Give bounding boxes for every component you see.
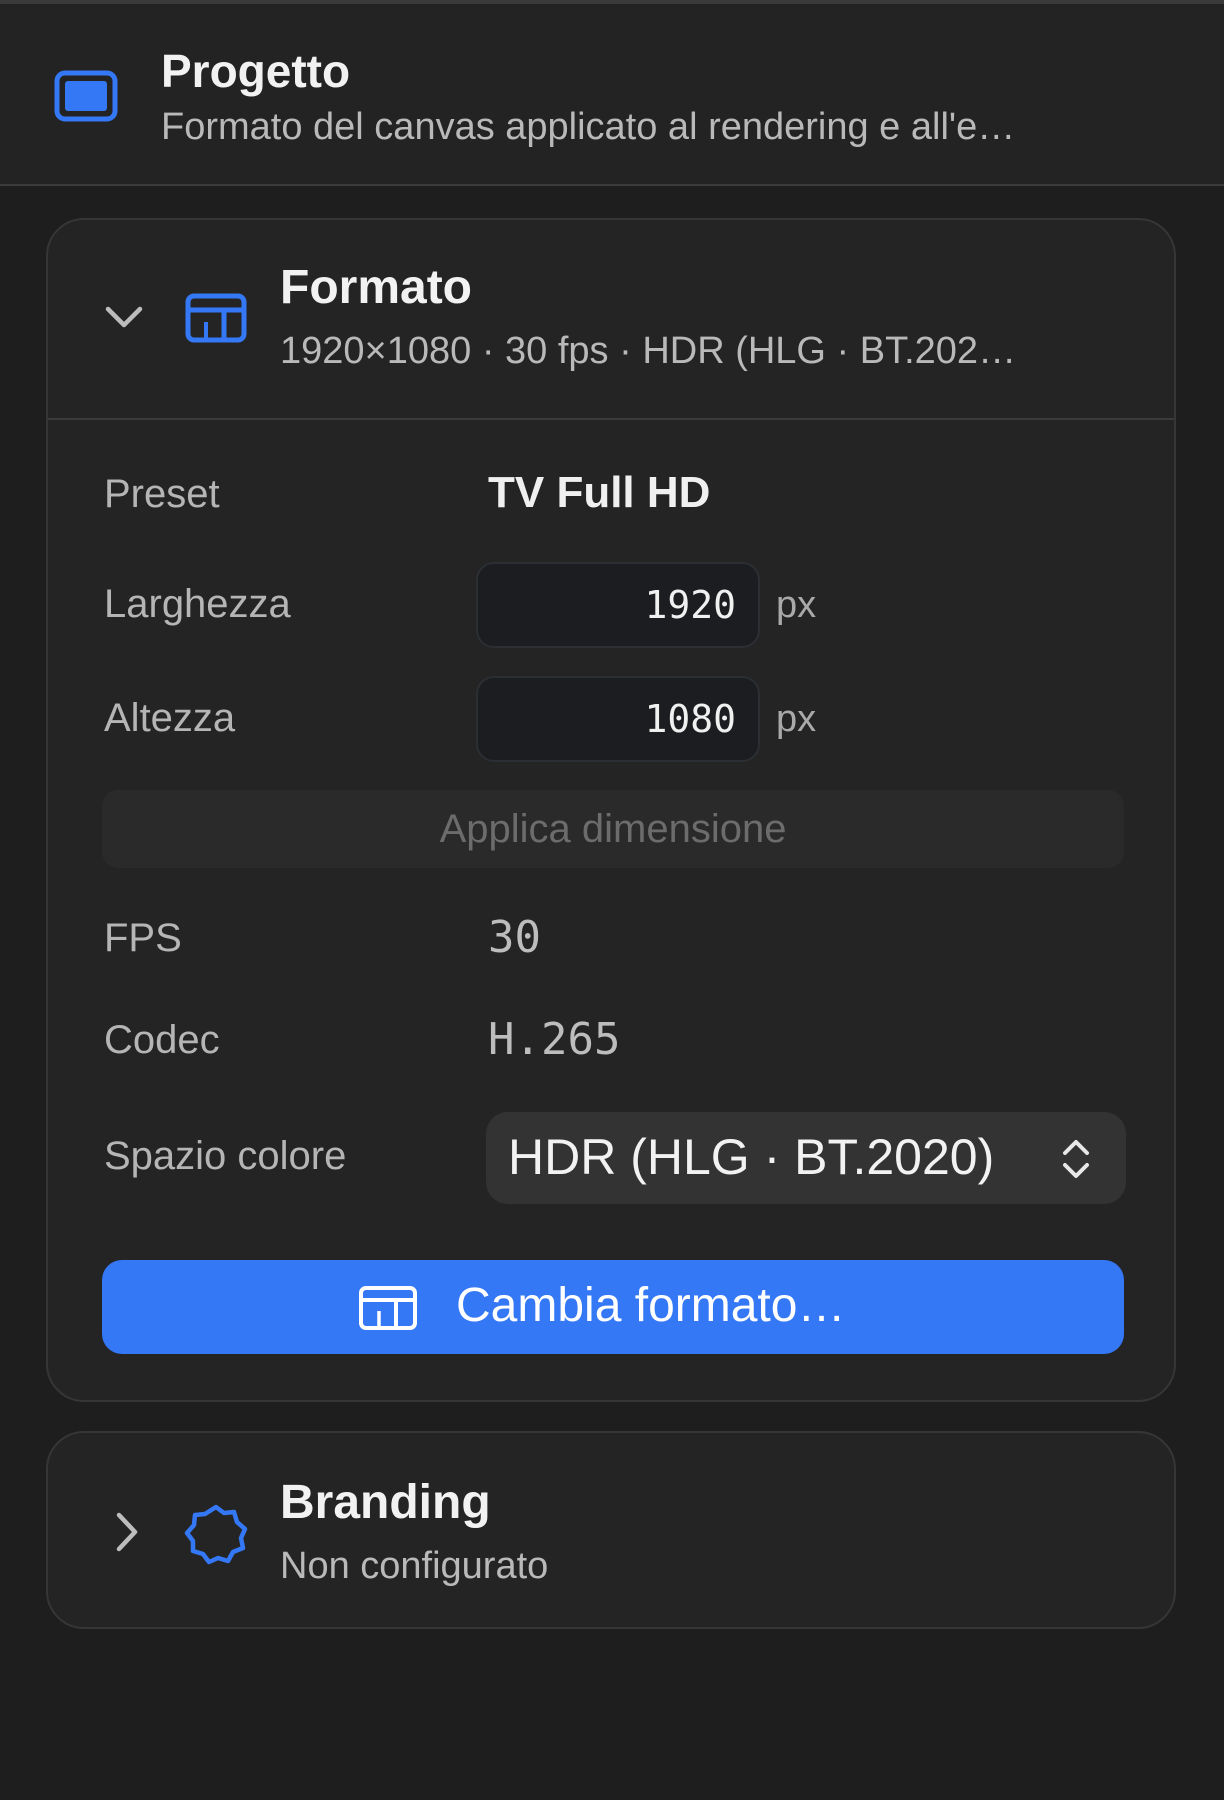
aspect-frame-icon — [359, 1286, 417, 1330]
preset-label: Preset — [104, 472, 220, 516]
inspector-header: Progetto Formato del canvas applicato al… — [0, 4, 1224, 186]
change-format-label: Cambia formato… — [456, 1279, 846, 1332]
branding-section-header[interactable]: Branding Non configurato — [48, 1433, 1174, 1631]
header-subtitle: Formato del canvas applicato al renderin… — [161, 106, 1016, 148]
preset-value: TV Full HD — [488, 468, 711, 517]
display-icon — [54, 70, 118, 122]
fps-value: 30 — [488, 912, 541, 963]
color-space-select[interactable]: HDR (HLG · BT.2020) — [486, 1112, 1126, 1204]
format-section-header[interactable]: Formato 1920×1080 · 30 fps · HDR (HLG · … — [48, 220, 1174, 420]
height-label: Altezza — [104, 696, 236, 740]
chevron-right-icon[interactable] — [112, 1510, 142, 1554]
header-title: Progetto — [161, 45, 351, 97]
height-field[interactable]: 1080 — [476, 676, 760, 762]
chevron-up-down-icon — [1063, 1140, 1089, 1178]
branding-section-summary: Non configurato — [280, 1545, 549, 1587]
aspect-frame-icon — [185, 293, 247, 343]
width-field[interactable]: 1920 — [476, 562, 760, 648]
width-unit: px — [776, 584, 817, 626]
chevron-down-icon[interactable] — [104, 303, 144, 333]
fps-label: FPS — [104, 916, 182, 960]
format-card: Formato 1920×1080 · 30 fps · HDR (HLG · … — [46, 218, 1176, 1402]
color-space-value: HDR (HLG · BT.2020) — [508, 1129, 995, 1185]
branding-card: Branding Non configurato — [46, 1431, 1176, 1629]
seal-badge-icon — [184, 1504, 248, 1565]
height-unit: px — [776, 698, 817, 740]
format-section-title: Formato — [280, 261, 472, 314]
apply-dimension-button[interactable]: Applica dimensione — [102, 790, 1124, 868]
width-label: Larghezza — [104, 582, 291, 626]
change-format-button[interactable]: Cambia formato… — [102, 1260, 1124, 1354]
codec-value: H.265 — [488, 1014, 621, 1065]
branding-section-title: Branding — [280, 1476, 491, 1529]
color-space-label: Spazio colore — [104, 1134, 347, 1178]
format-section-summary: 1920×1080 · 30 fps · HDR (HLG · BT.202… — [280, 330, 1017, 372]
codec-label: Codec — [104, 1018, 220, 1062]
